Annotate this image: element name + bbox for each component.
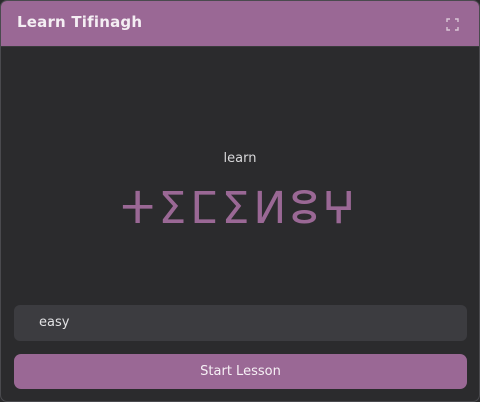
window-title: Learn Tifinagh [17, 13, 143, 31]
difficulty-select[interactable]: easy [14, 305, 467, 341]
title-bar: Learn Tifinagh [1, 1, 479, 47]
tifinagh-word: ⵜⵉⵎⵉⵍⵓⵖ [120, 183, 360, 234]
start-lesson-label: Start Lesson [200, 364, 281, 379]
fullscreen-icon[interactable] [446, 16, 459, 31]
app-window: Learn Tifinagh learn ⵜⵉⵎⵉⵍⵓⵖ easy Start … [0, 0, 480, 402]
difficulty-value: easy [39, 315, 70, 330]
prompt-word: learn [223, 151, 257, 166]
lesson-panel: learn ⵜⵉⵎⵉⵍⵓⵖ easy Start Lesson [1, 47, 479, 401]
start-lesson-button[interactable]: Start Lesson [14, 354, 467, 389]
